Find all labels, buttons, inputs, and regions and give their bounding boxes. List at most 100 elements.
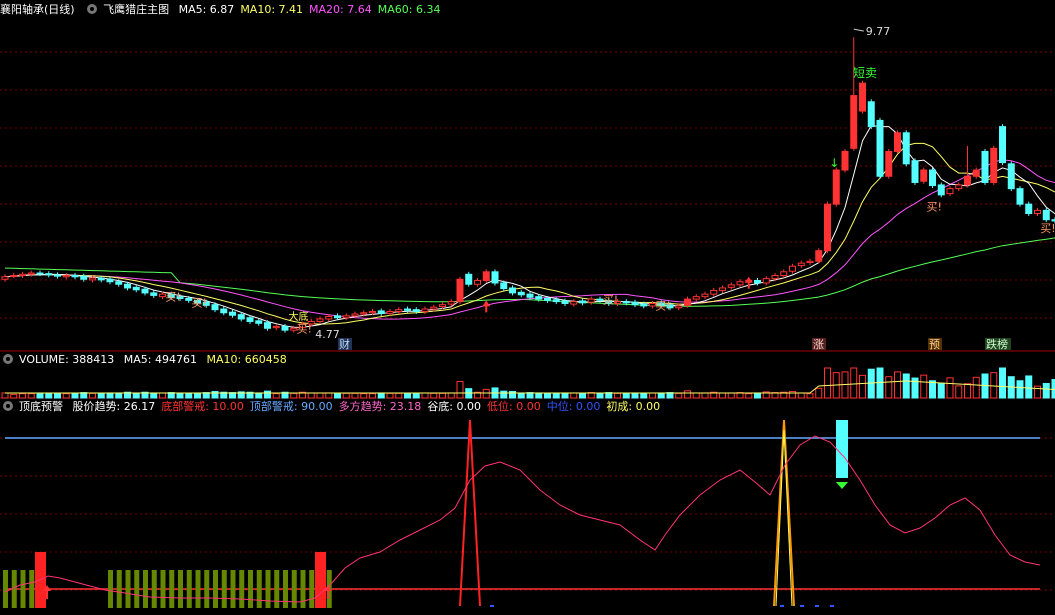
candle-body <box>972 169 980 177</box>
candle-body <box>1042 209 1050 221</box>
candle-body <box>237 314 245 320</box>
candle-body <box>841 150 849 171</box>
candle-body <box>824 203 831 252</box>
volume-bar <box>824 367 831 399</box>
warning-legend-item: 低位: 0.00 <box>487 400 541 413</box>
gear-icon[interactable] <box>3 401 13 411</box>
candle-body <box>421 308 429 313</box>
bottom-zone-bar <box>230 570 236 608</box>
volume-bar <box>369 393 376 399</box>
candle-body <box>89 277 96 281</box>
candle-body <box>570 301 578 305</box>
event-badge-label: 财 <box>339 337 350 351</box>
candle-body <box>342 315 350 319</box>
bottom-signal-bar <box>315 552 326 608</box>
candle-body <box>526 293 534 298</box>
volume-bar <box>395 392 403 399</box>
mid-level-tick <box>800 605 804 607</box>
volume-bar <box>211 391 219 399</box>
mid-level-tick <box>490 605 494 607</box>
candle-body <box>369 311 376 314</box>
candle-body <box>465 273 473 285</box>
candle-body <box>964 175 971 186</box>
volume-bar <box>482 388 490 399</box>
bottom-zone-bar <box>300 570 306 608</box>
candle-body <box>386 311 394 314</box>
volume-bar <box>972 376 980 399</box>
volume-bar <box>159 392 166 399</box>
gear-icon[interactable] <box>3 354 13 364</box>
volume-bar <box>517 392 525 399</box>
candle-body <box>990 147 998 183</box>
volume-bar <box>657 392 665 399</box>
candle-body <box>404 308 411 311</box>
bottom-zone-bar <box>186 570 192 608</box>
candle-body <box>640 303 648 307</box>
candle-body <box>517 291 525 296</box>
candle-body <box>675 305 683 309</box>
volume-bar <box>500 390 508 399</box>
buy-signal-label: 买! <box>297 323 312 336</box>
candle-body <box>482 271 490 281</box>
volume-bar <box>797 392 805 399</box>
candle-body <box>272 325 280 329</box>
candle-body <box>27 272 35 275</box>
candle-body <box>10 275 18 278</box>
candle-body <box>115 281 123 285</box>
top-signal-bar <box>836 420 848 478</box>
volume-bar <box>342 392 350 399</box>
candle-body <box>229 311 236 316</box>
volume-bar <box>701 392 709 399</box>
low-price-label: 4.77 <box>315 328 340 341</box>
event-badge-label: 预 <box>929 338 940 351</box>
volume-bar <box>885 376 893 399</box>
candle-body <box>71 275 79 278</box>
candle-body <box>124 283 131 289</box>
bottom-zone-bar <box>283 570 288 608</box>
volume-bar <box>132 392 140 399</box>
volume-bar <box>964 383 971 399</box>
candle-body <box>211 304 219 311</box>
candle-body <box>1016 188 1024 205</box>
volume-bar <box>106 392 114 399</box>
candle-body <box>430 306 438 310</box>
candle-body <box>255 320 263 324</box>
candle-body <box>439 304 446 308</box>
volume-bar <box>622 393 630 399</box>
volume-bar <box>552 392 560 399</box>
buy-signal-label: 买! <box>603 293 618 306</box>
warning-legend-item: 股价趋势: 26.17 <box>72 400 156 413</box>
candle-body <box>780 271 788 277</box>
volume-bar <box>194 392 201 399</box>
buy-signal-label: 买! <box>1040 222 1055 235</box>
warning-legend-item: 中位: 0.00 <box>546 400 601 413</box>
candle-body <box>1025 203 1033 214</box>
volume-bar <box>150 392 158 399</box>
candle-body <box>692 296 700 300</box>
volume-bar <box>815 387 823 399</box>
volume-bar <box>806 393 814 399</box>
volume-bar <box>447 392 455 399</box>
volume-bar <box>62 393 70 399</box>
volume-bar <box>850 367 858 399</box>
candle-body <box>622 301 630 304</box>
warning-panel-header: 顶底预警 股价趋势: 26.17 底部警戒: 10.00 顶部警戒: 90.00 多方… <box>0 399 672 415</box>
warning-indicator-name[interactable]: 顶底预警 <box>19 400 63 413</box>
volume-bar <box>334 392 341 399</box>
candle-body <box>762 278 770 284</box>
short-sell-label: 短卖 <box>853 66 877 80</box>
bottom-zone-bar <box>116 570 122 608</box>
volume-bar <box>404 393 411 399</box>
bottom-zone-bar <box>29 570 35 608</box>
candle-body <box>54 274 61 277</box>
candle-body <box>937 184 945 196</box>
volume-bar <box>719 392 726 399</box>
candle-body <box>220 308 228 314</box>
bottom-zone-bar <box>20 570 26 608</box>
volume-bar <box>377 392 385 399</box>
volume-value: VOLUME: 388413 <box>19 353 115 366</box>
bottom-zone-bar <box>134 570 140 608</box>
candle-body <box>45 273 53 276</box>
sell-arrow-icon: ↓ <box>829 156 839 170</box>
bottom-zone-bar <box>178 570 183 608</box>
